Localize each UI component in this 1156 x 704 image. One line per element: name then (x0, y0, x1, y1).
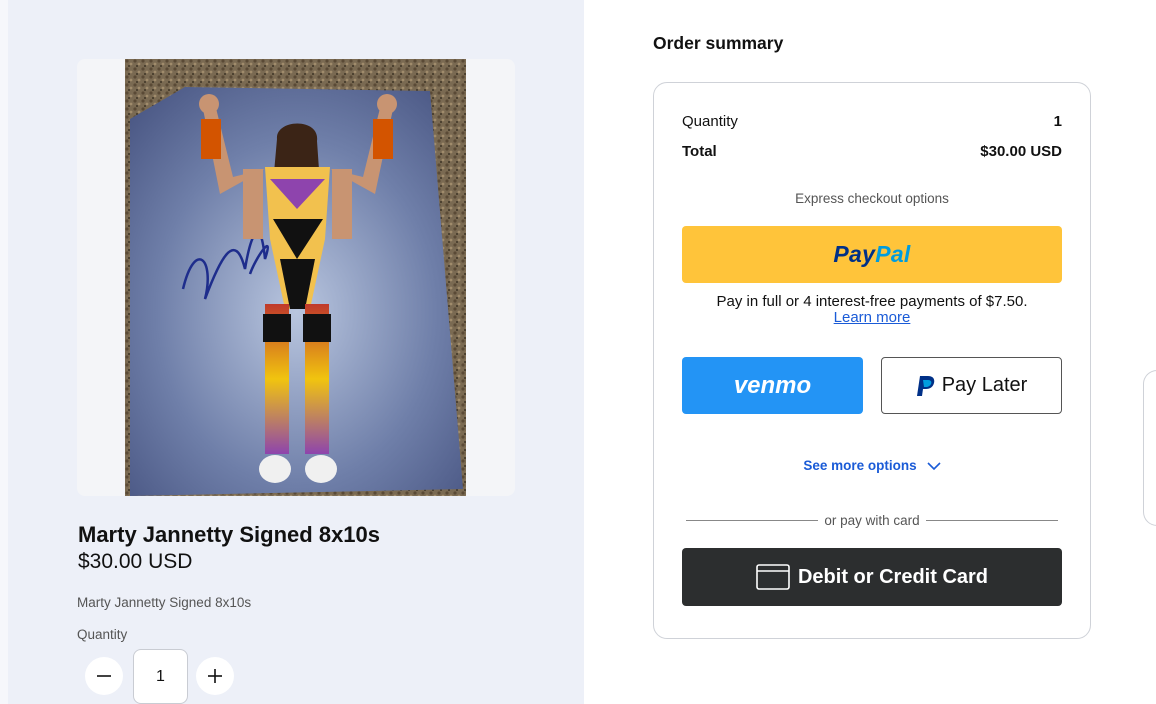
product-photo (125, 59, 466, 496)
product-description: Marty Jannetty Signed 8x10s (77, 595, 252, 610)
summary-total-row: Total $30.00 USD (682, 143, 1062, 160)
learn-more-link[interactable]: Learn more (654, 309, 1090, 326)
increase-quantity-button[interactable] (196, 657, 234, 695)
plus-icon (208, 669, 222, 683)
chevron-down-icon (927, 461, 941, 470)
summary-quantity-row: Quantity 1 (682, 113, 1062, 130)
minus-icon (97, 675, 111, 677)
debit-credit-card-button[interactable]: Debit or Credit Card (682, 548, 1062, 606)
pay-later-label: Pay Later (941, 374, 1028, 396)
credit-card-icon (756, 564, 790, 590)
venmo-button[interactable]: venmo (682, 357, 863, 414)
paypal-logo-part2: Pal (875, 241, 911, 267)
side-widget-edge (1143, 370, 1156, 526)
product-price: $30.00 USD (78, 550, 193, 573)
quantity-input[interactable] (133, 649, 188, 704)
divider-text: or pay with card (824, 513, 920, 528)
product-image-card (77, 59, 515, 496)
paypal-p-icon (916, 375, 934, 396)
summary-quantity-label: Quantity (682, 113, 738, 130)
divider-line-right (925, 520, 1059, 521)
pay-later-button[interactable]: Pay Later (881, 357, 1062, 414)
venmo-logo: venmo (733, 371, 812, 399)
paypal-button[interactable]: Pay Pal (682, 226, 1062, 283)
decrease-quantity-button[interactable] (85, 657, 123, 695)
order-summary-heading: Order summary (653, 33, 784, 53)
summary-total-value: $30.00 USD (980, 143, 1062, 160)
express-checkout-label: Express checkout options (795, 191, 949, 206)
pay-with-card-divider: or pay with card (686, 513, 1059, 528)
signed-photo-image (125, 59, 466, 496)
see-more-options-label: See more options (803, 458, 917, 473)
panel-edge (0, 0, 8, 704)
paypal-logo-part1: Pay (833, 241, 876, 267)
order-summary-box: Quantity 1 Total $30.00 USD Express chec… (653, 82, 1091, 639)
summary-quantity-value: 1 (1053, 113, 1062, 130)
quantity-label: Quantity (77, 627, 128, 642)
checkout-page: Marty Jannetty Signed 8x10s $30.00 USD M… (0, 0, 1156, 704)
pay-later-message: Pay in full or 4 interest-free payments … (716, 293, 1028, 310)
summary-total-label: Total (682, 143, 717, 160)
product-panel: Marty Jannetty Signed 8x10s $30.00 USD M… (0, 0, 584, 704)
card-button-label: Debit or Credit Card (797, 565, 989, 588)
product-title: Marty Jannetty Signed 8x10s (78, 522, 381, 547)
see-more-options-link[interactable]: See more options (654, 458, 1090, 473)
divider-line-left (686, 520, 819, 521)
